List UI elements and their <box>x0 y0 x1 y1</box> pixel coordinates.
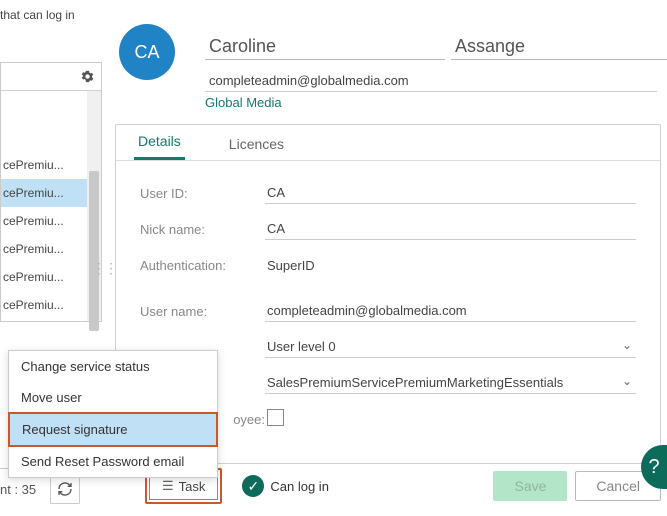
plan-select[interactable]: SalesPremiumServicePremiumMarketingEssen… <box>265 372 636 394</box>
task-context-menu: Change service status Move user Request … <box>8 350 218 478</box>
drag-handle-icon[interactable]: ⋮⋮ <box>92 260 116 277</box>
scrollbar[interactable] <box>87 91 101 321</box>
can-log-in-label: Can log in <box>270 479 329 494</box>
authentication-value: SuperID <box>265 255 636 276</box>
can-log-in-toggle[interactable]: ✓ Can log in <box>242 475 329 497</box>
first-name-input[interactable] <box>205 34 445 60</box>
last-name-input[interactable] <box>451 34 667 60</box>
user-id-field[interactable]: CA <box>265 182 636 204</box>
gear-icon[interactable] <box>80 69 95 84</box>
tab-details[interactable]: Details <box>134 125 185 160</box>
scroll-thumb[interactable] <box>89 171 99 331</box>
refresh-button[interactable] <box>50 474 80 504</box>
menu-item-move-user[interactable]: Move user <box>9 382 217 413</box>
list-item[interactable]: cePremiu... <box>1 207 101 235</box>
user-name-label: User name: <box>140 304 265 319</box>
list-item[interactable]: cePremiu... <box>1 179 101 207</box>
user-list-panel: cePremiu... cePremiu... cePremiu... cePr… <box>0 62 102 322</box>
user-level-value: User level 0 <box>267 339 336 354</box>
plan-value: SalesPremiumServicePremiumMarketingEssen… <box>267 375 563 390</box>
user-name-field[interactable]: completeadmin@globalmedia.com <box>265 300 636 322</box>
check-circle-icon: ✓ <box>242 475 264 497</box>
save-button[interactable]: Save <box>493 471 567 501</box>
employee-checkbox[interactable] <box>267 409 284 426</box>
menu-item-change-service-status[interactable]: Change service status <box>9 351 217 382</box>
user-level-select[interactable]: User level 0 ⌄ <box>265 336 636 358</box>
authentication-label: Authentication: <box>140 258 265 273</box>
company-link[interactable]: Global Media <box>205 95 282 110</box>
menu-item-request-signature[interactable]: Request signature <box>10 414 216 445</box>
list-item[interactable]: cePremiu... <box>1 263 101 291</box>
menu-icon: ☰ <box>162 478 174 494</box>
email-value: completeadmin@globalmedia.com <box>205 70 657 92</box>
count-label: nt : 35 <box>0 482 50 497</box>
left-header-text: that can log in <box>0 0 102 22</box>
help-icon: ? <box>648 456 659 479</box>
user-id-label: User ID: <box>140 186 265 201</box>
task-button-label: Task <box>179 479 206 494</box>
chevron-down-icon: ⌄ <box>622 374 632 388</box>
avatar: CA <box>119 24 175 80</box>
list-item[interactable]: cePremiu... <box>1 151 101 179</box>
list-item[interactable]: cePremiu... <box>1 235 101 263</box>
nick-name-field[interactable]: CA <box>265 218 636 240</box>
tab-licences[interactable]: Licences <box>225 128 288 160</box>
nick-name-label: Nick name: <box>140 222 265 237</box>
chevron-down-icon: ⌄ <box>622 338 632 352</box>
list-item[interactable]: cePremiu... <box>1 291 101 319</box>
menu-item-send-reset-password[interactable]: Send Reset Password email <box>9 446 217 477</box>
